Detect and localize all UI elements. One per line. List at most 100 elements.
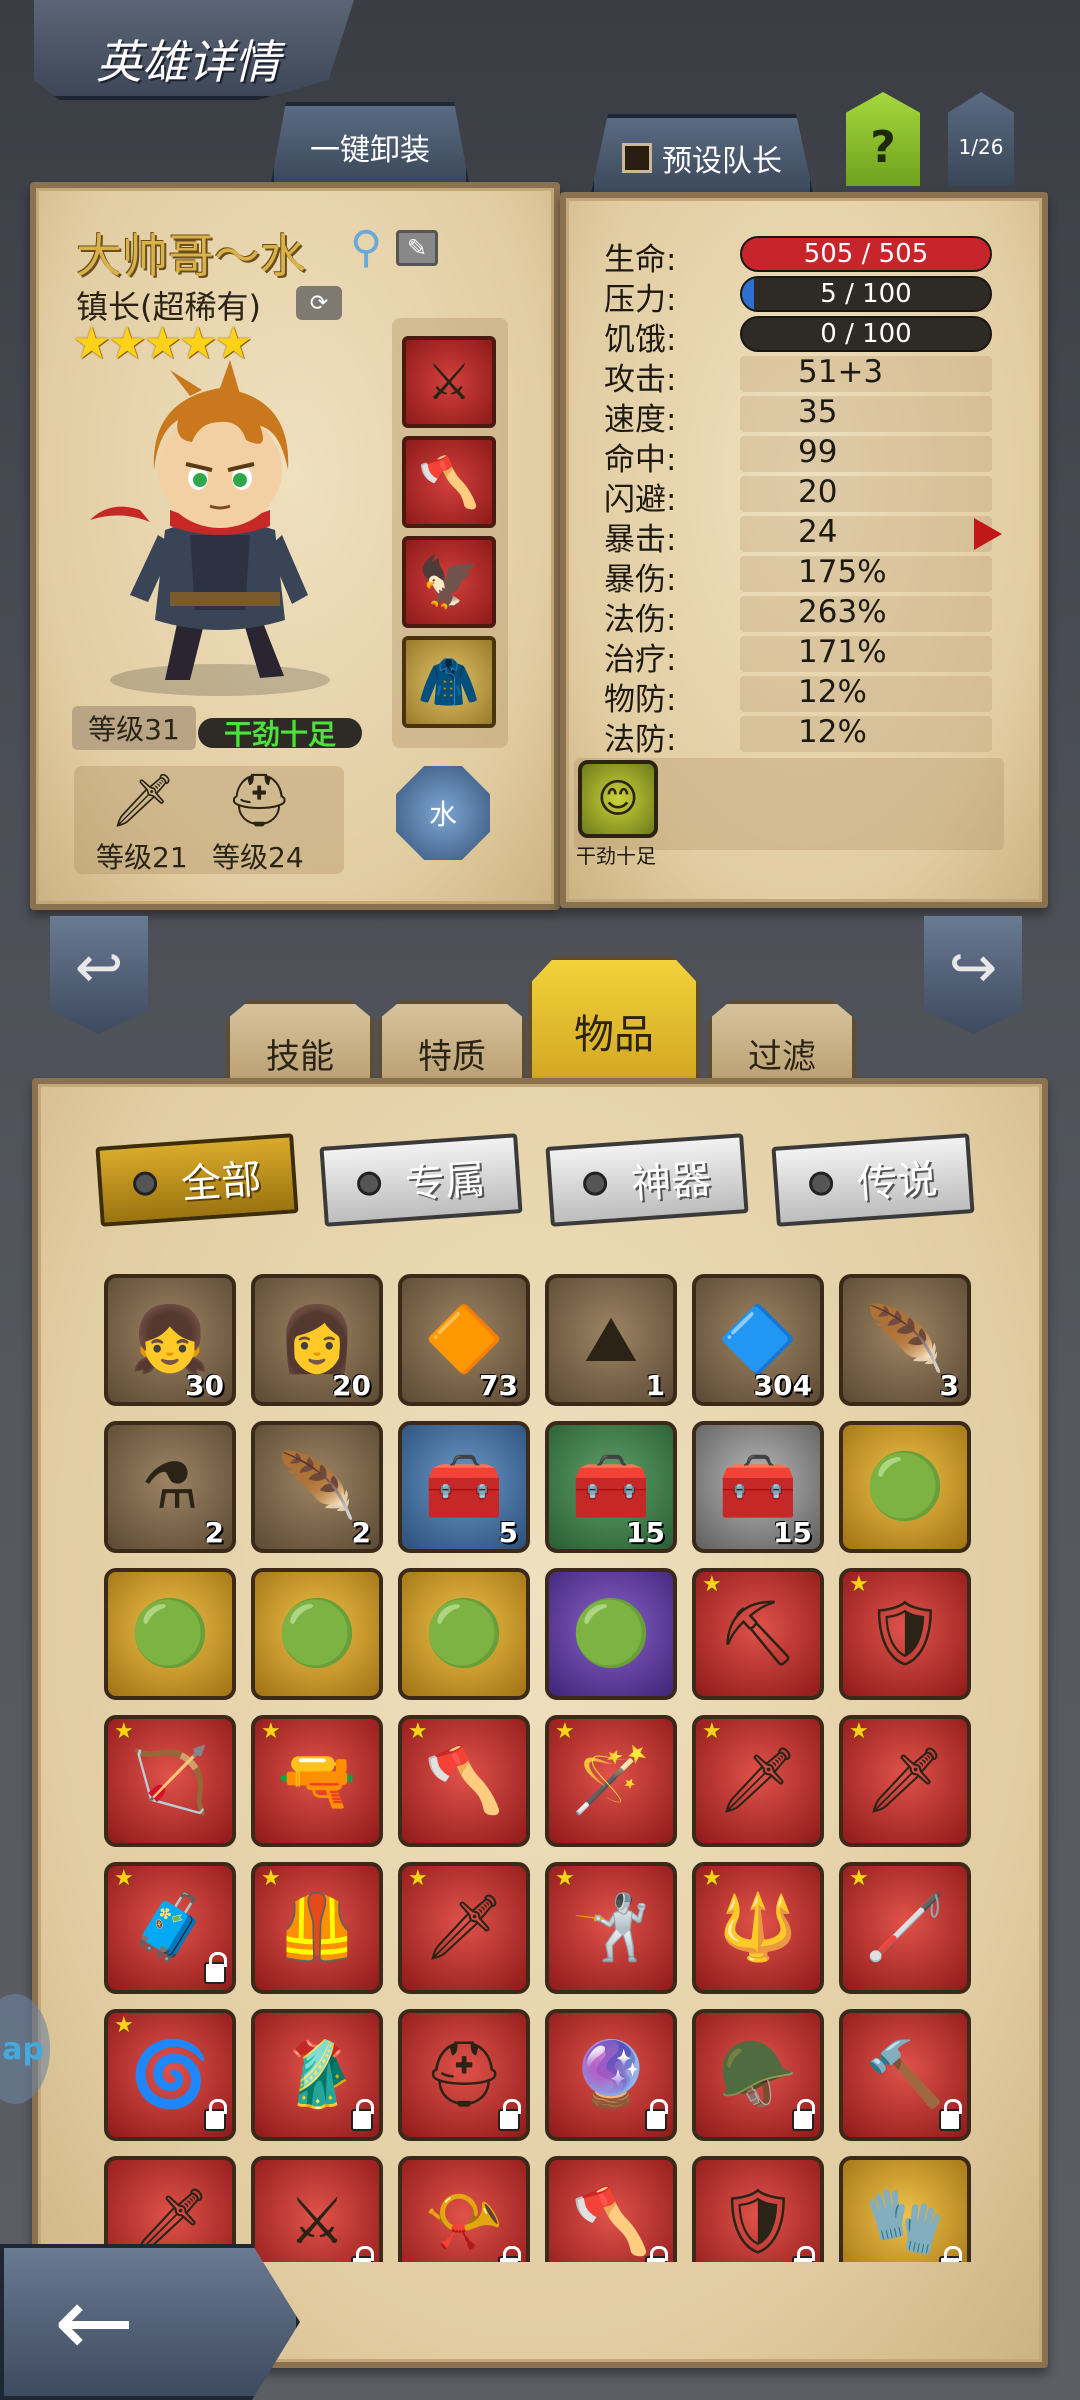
lock-icon — [939, 2099, 962, 2131]
star-icon: ★ — [114, 2013, 134, 2038]
accessory-slot[interactable]: 🦅 — [402, 536, 496, 628]
inventory-item[interactable]: 🗡 ★ — [839, 1715, 971, 1847]
inventory-item[interactable]: 📯 — [398, 2156, 530, 2262]
inventory-item[interactable]: 🟢 — [251, 1568, 383, 1700]
stat-hp: 生命: 505 / 505 — [604, 234, 994, 278]
inventory-item[interactable]: ⚗ 2 — [104, 1421, 236, 1553]
next-hero-button[interactable]: ↪ — [924, 916, 1022, 1034]
tab-filter[interactable]: 过滤 — [708, 1000, 856, 1090]
stat-healing: 治疗: 171% — [604, 634, 994, 678]
inventory-item[interactable]: 👧 30 — [104, 1274, 236, 1406]
filter-legendary-label: 传说 — [855, 1156, 939, 1209]
preset-captain-toggle[interactable]: 预设队长 — [590, 114, 814, 198]
previous-hero-button[interactable]: ↩ — [50, 916, 148, 1034]
item-count: 20 — [332, 1369, 371, 1402]
inventory-item[interactable]: 🔶 73 — [398, 1274, 530, 1406]
inventory-item[interactable]: 🦺 ★ — [251, 1862, 383, 1994]
inventory-item[interactable]: 🔫 ★ — [251, 1715, 383, 1847]
stat-value: 35 — [798, 394, 838, 430]
magic-staff-icon: 🪄 — [571, 1744, 651, 1818]
inventory-item[interactable]: 🧰 15 — [545, 1421, 677, 1553]
star-icon: ★ — [408, 1719, 428, 1744]
tab-items-label: 物品 — [574, 1012, 654, 1058]
inventory-item[interactable]: 🛡 — [692, 2156, 824, 2262]
inventory-item[interactable]: 🧰 15 — [692, 1421, 824, 1553]
inventory-item[interactable]: 🗡 ★ — [692, 1715, 824, 1847]
inventory-item[interactable]: ⛰ 1 — [545, 1274, 677, 1406]
help-button[interactable]: ? — [846, 92, 920, 186]
inventory-item[interactable]: 🪖 — [692, 2009, 824, 2141]
filter-legendary[interactable]: 传说 — [771, 1133, 975, 1227]
inventory-item[interactable]: 🪶 2 — [251, 1421, 383, 1553]
tab-traits[interactable]: 特质 — [378, 1000, 526, 1090]
tab-skills[interactable]: 技能 — [226, 1000, 374, 1090]
helmet-icon: ⛑ — [226, 771, 293, 831]
inventory-item[interactable]: 🟢 — [398, 1568, 530, 1700]
inventory-item[interactable]: 🟢 — [839, 1421, 971, 1553]
stat-label: 压力: — [604, 282, 677, 318]
hero-level-badge: 等级31 — [72, 706, 196, 750]
inventory-item[interactable]: ⚔ — [251, 2156, 383, 2262]
inventory-item[interactable]: 🛡 ★ — [839, 1568, 971, 1700]
green-orb-icon: 🟢 — [277, 1597, 357, 1671]
inventory-item[interactable]: 🦯 ★ — [839, 1862, 971, 1994]
stat-label: 闪避: — [604, 482, 677, 518]
cloak-slot[interactable]: 🧥 — [402, 636, 496, 728]
swap-class-icon[interactable]: ⟳ — [296, 286, 342, 320]
inventory-item[interactable]: 🔷 304 — [692, 1274, 824, 1406]
green-hair-hero-portrait-icon: 👧 — [130, 1303, 210, 1377]
inventory-item[interactable]: ⛑ — [398, 2009, 530, 2141]
back-button[interactable]: ← — [0, 2244, 300, 2400]
inventory-item[interactable]: 🟢 — [104, 1568, 236, 1700]
stats-more-arrow-icon[interactable] — [974, 518, 1002, 550]
filter-all[interactable]: 全部 — [95, 1133, 299, 1227]
star-icon: ★ — [849, 1572, 869, 1597]
hero-page-indicator: 1/26 — [948, 92, 1014, 186]
inventory-item[interactable]: 🧤 — [839, 2156, 971, 2262]
stat-label: 暴伤: — [604, 562, 677, 598]
inventory-item[interactable]: 🔱 ★ — [692, 1862, 824, 1994]
inventory-item[interactable]: 🏹 ★ — [104, 1715, 236, 1847]
tab-skills-label: 技能 — [266, 1036, 334, 1077]
inventory-item[interactable]: 🪓 — [545, 2156, 677, 2262]
inventory-item[interactable]: 🔮 — [545, 2009, 677, 2141]
star-icon: ★ — [702, 1572, 722, 1597]
inventory-item[interactable]: 🪄 ★ — [545, 1715, 677, 1847]
inventory-item[interactable]: 🪶 3 — [839, 1274, 971, 1406]
inventory-item[interactable]: 🔨 — [839, 2009, 971, 2141]
filter-artifact[interactable]: 神器 — [545, 1133, 749, 1227]
inventory-item[interactable]: 🟢 — [545, 1568, 677, 1700]
offhand-slot[interactable]: 🪓 — [402, 436, 496, 528]
weapon-slot[interactable]: ⚔ — [402, 336, 496, 428]
inventory-item[interactable]: 🥻 — [251, 2009, 383, 2141]
inventory-item[interactable]: ⛏ ★ — [692, 1568, 824, 1700]
item-count: 2 — [351, 1516, 371, 1549]
unequip-all-button[interactable]: 一键卸装 — [270, 102, 470, 188]
horn-icon: 📯 — [424, 2185, 504, 2259]
stat-value: 51+3 — [798, 354, 884, 390]
smiley-bubble-icon[interactable]: 😊 — [578, 760, 658, 838]
filter-exclusive[interactable]: 专属 — [319, 1133, 523, 1227]
inventory-item[interactable]: 👩 20 — [251, 1274, 383, 1406]
lock-icon — [645, 2099, 668, 2131]
edit-name-icon[interactable]: ✎ — [396, 230, 438, 266]
inventory-item[interactable]: 🧳 ★ — [104, 1862, 236, 1994]
star-icon: ★ — [555, 1866, 575, 1891]
inventory-item[interactable]: 🌀 ★ — [104, 2009, 236, 2141]
golden-hood-icon: 🪖 — [718, 2038, 798, 2112]
hero-portrait — [90, 360, 330, 696]
star-icon: ★ — [114, 1719, 134, 1744]
green-orb-icon: 🟢 — [571, 1597, 651, 1671]
inventory-item[interactable]: 🗡 ★ — [398, 1862, 530, 1994]
inventory-item[interactable]: 🤺 ★ — [545, 1862, 677, 1994]
inventory-item[interactable]: 🧰 5 — [398, 1421, 530, 1553]
star-icon: ★ — [555, 1719, 575, 1744]
tab-items[interactable]: 物品 — [528, 956, 700, 1090]
inventory-item[interactable]: 🪓 ★ — [398, 1715, 530, 1847]
shield-icon: 🛡 — [864, 1597, 946, 1671]
preset-captain-checkbox[interactable] — [622, 143, 652, 173]
stat-value: 99 — [798, 434, 838, 470]
green-orb-icon: 🟢 — [130, 1597, 210, 1671]
treasure-chest-grey-icon: 🧰 — [718, 1450, 798, 1524]
double-axe-icon: 🪓 — [571, 2185, 651, 2259]
